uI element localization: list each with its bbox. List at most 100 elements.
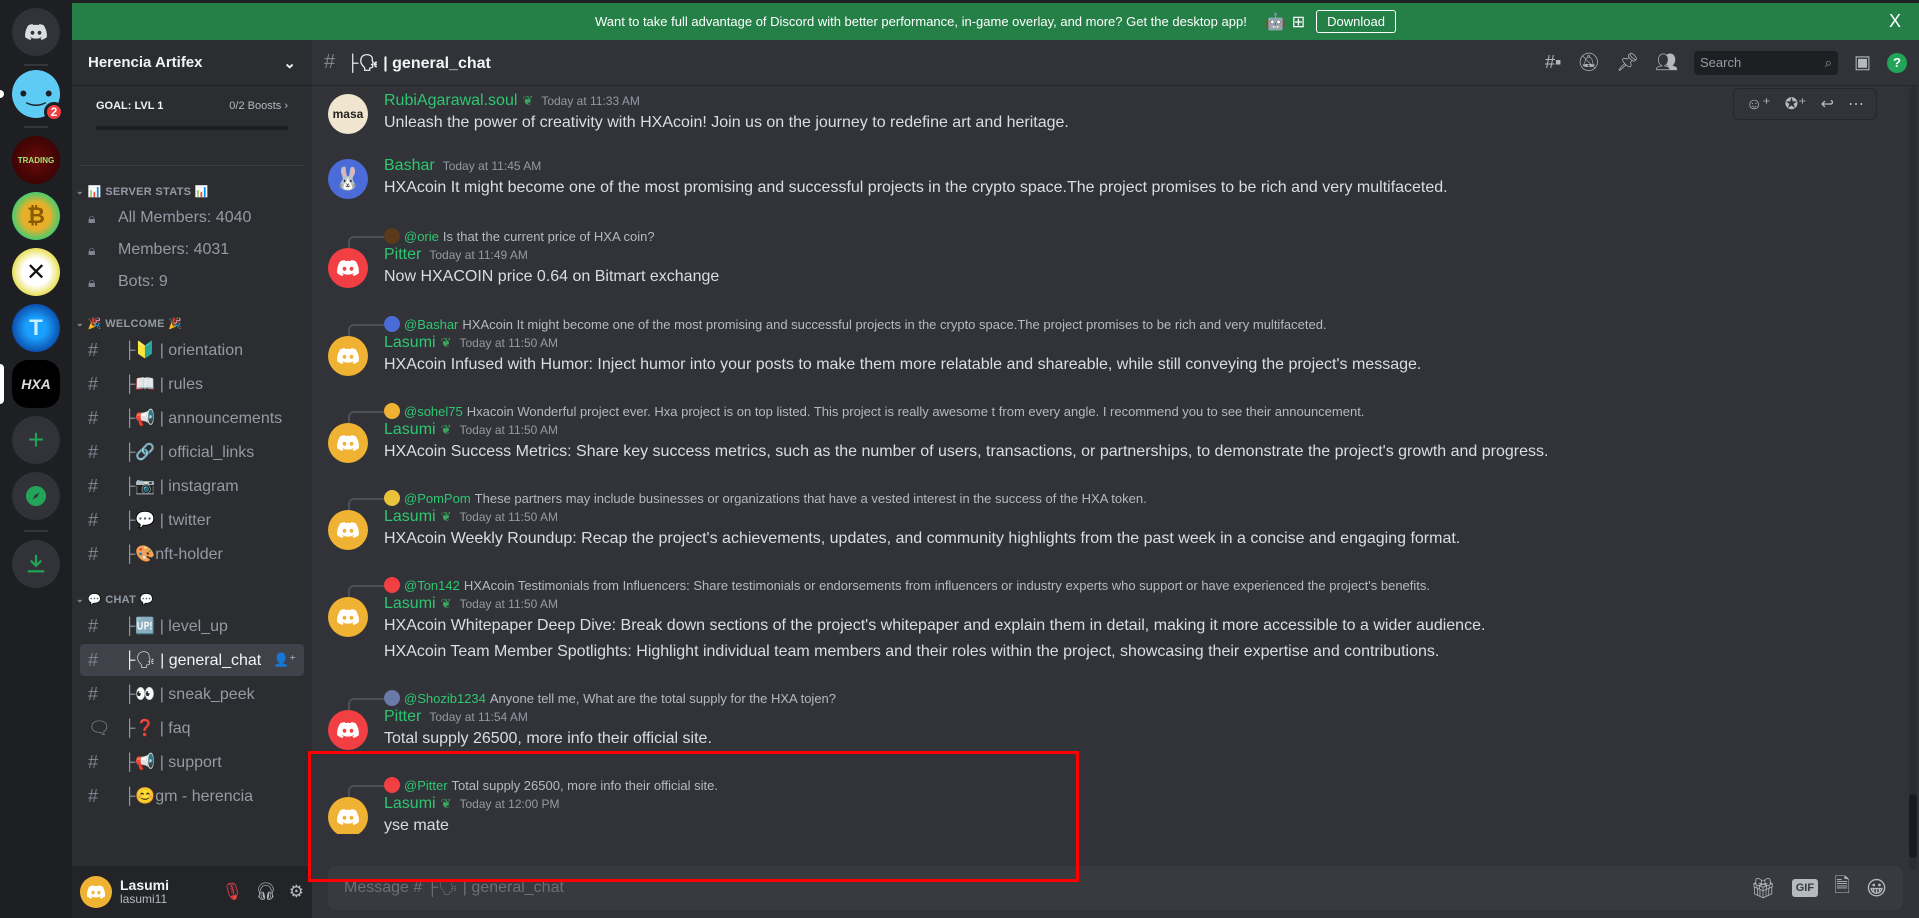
- sprout-badge-icon: ❦: [440, 422, 452, 437]
- inbox-icon[interactable]: ▣: [1854, 52, 1871, 73]
- timestamp: Today at 11:33 AM: [541, 94, 640, 108]
- headphones-icon[interactable]: 🎧︎: [255, 882, 277, 902]
- locked-hash-icon: #: [88, 475, 99, 496]
- author-name[interactable]: Lasumi: [384, 334, 436, 352]
- avatar[interactable]: [328, 336, 368, 376]
- avatar[interactable]: [328, 797, 368, 834]
- author-name[interactable]: Pitter: [384, 246, 421, 264]
- sticker-icon[interactable]: 🗎: [1834, 871, 1850, 905]
- reply-author: @PomPom: [404, 490, 471, 506]
- locked-hash-icon: #: [88, 615, 99, 636]
- author-name[interactable]: Bashar: [384, 157, 435, 175]
- server-bitcoin[interactable]: ₿: [12, 192, 60, 240]
- server-trading[interactable]: TRADING: [12, 136, 60, 184]
- avatar[interactable]: masa: [328, 94, 368, 134]
- reply-preview[interactable]: @Bashar HXAcoin It might become one of th…: [384, 316, 1327, 332]
- server-hxa[interactable]: HXA: [12, 360, 60, 408]
- reply-preview[interactable]: @orie Is that the current price of HXA co…: [384, 228, 655, 244]
- reply-author: @Pitter: [404, 777, 448, 793]
- message: @sohel75 Hxacoin Wonderful project ever. …: [312, 403, 1902, 463]
- author-name[interactable]: Lasumi: [384, 795, 436, 813]
- help-icon[interactable]: ?: [1887, 52, 1907, 73]
- avatar[interactable]: 🐰: [328, 159, 368, 199]
- category-welcome[interactable]: ⌄ 🎉 WELCOME 🎉: [72, 314, 312, 332]
- channel-official-links[interactable]: # ├🔗 | official_links: [80, 436, 304, 468]
- channel-rules[interactable]: # ├📖 | rules: [80, 368, 304, 400]
- pin-icon[interactable]: 📌︎: [1616, 52, 1639, 73]
- desktop-app-banner: Want to take full advantage of Discord w…: [72, 3, 1919, 40]
- stat-bots[interactable]: 🔒︎ Bots: 9: [80, 266, 304, 298]
- download-button[interactable]: Download: [1316, 10, 1396, 33]
- author-name[interactable]: Pitter: [384, 708, 421, 726]
- reply-avatar: [384, 316, 400, 332]
- search-input[interactable]: Search ⌕: [1693, 50, 1838, 75]
- channel-gm-herencia[interactable]: # ├😊gm - herencia: [80, 780, 304, 812]
- author-name[interactable]: Lasumi: [384, 421, 436, 439]
- channel-announcements[interactable]: # ├📢 | announcements: [80, 402, 304, 434]
- channel-general-chat[interactable]: # ├🗣 | general_chat 👤⁺: [80, 644, 304, 676]
- author-name[interactable]: RubiAgarawal.soul: [384, 92, 517, 110]
- home-button[interactable]: [12, 8, 60, 56]
- explore-button[interactable]: [12, 472, 60, 520]
- channel-orientation[interactable]: # ├🔰 | orientation: [80, 334, 304, 366]
- avatar[interactable]: [328, 510, 368, 550]
- locked-hash-icon: #: [88, 543, 99, 564]
- reply-preview[interactable]: @Ton142 HXAcoin Testimonials from Influen…: [384, 577, 1430, 593]
- avatar[interactable]: [328, 597, 368, 637]
- mic-muted-icon[interactable]: 🎙︎: [222, 882, 244, 902]
- mute-bell-icon[interactable]: 🔕︎: [1577, 52, 1600, 73]
- channel-sneak-peek[interactable]: # ├👀 | sneak_peek: [80, 678, 304, 710]
- author-name[interactable]: Lasumi: [384, 595, 436, 613]
- scrollbar-thumb[interactable]: [1909, 794, 1917, 858]
- unread-indicator: [0, 90, 4, 98]
- message-scrollbar[interactable]: [1909, 86, 1917, 870]
- reply-preview[interactable]: @Shozib1234 Anyone tell me, What are the …: [384, 690, 836, 706]
- avatar[interactable]: [328, 423, 368, 463]
- download-apps-button[interactable]: [12, 540, 60, 588]
- avatar[interactable]: [328, 710, 368, 750]
- author-name[interactable]: Lasumi: [384, 508, 436, 526]
- channel-level-up[interactable]: # ├🆙 | level_up: [80, 610, 304, 642]
- server-t[interactable]: T: [12, 304, 60, 352]
- category-server-stats[interactable]: ⌄ 📊 SERVER STATS 📊: [72, 182, 312, 200]
- emoji-icon[interactable]: 😀︎: [1866, 876, 1887, 901]
- boost-goal[interactable]: GOAL: LVL 1 0/2 Boosts ›: [80, 86, 304, 166]
- invite-user-icon[interactable]: 👤⁺: [273, 652, 296, 668]
- threads-icon[interactable]: #▪: [1545, 52, 1561, 73]
- message: 🐰 Bashar Today at 11:45 AM HXAcoin It mig…: [312, 157, 1902, 199]
- channel-nft-holder[interactable]: # ├🎨nft-holder: [80, 538, 304, 570]
- channel-instagram[interactable]: # ├📷 | instagram: [80, 470, 304, 502]
- reply-text: Hxacoin Wonderful project ever. Hxa proj…: [466, 403, 1365, 419]
- channel-support[interactable]: # ├📢 | support: [80, 746, 304, 778]
- member-list-icon[interactable]: 👥︎: [1655, 52, 1678, 73]
- user-info[interactable]: Lasumi lasumi11: [120, 877, 169, 907]
- t-server-icon: T: [12, 304, 60, 352]
- stat-all-members[interactable]: 🔒︎ All Members: 4040: [80, 202, 304, 234]
- channel-twitter[interactable]: # ├💬 | twitter: [80, 504, 304, 536]
- chevron-down-icon: ⌄: [283, 54, 296, 72]
- gift-icon[interactable]: 🎁︎: [1750, 876, 1775, 901]
- message-input[interactable]: [344, 879, 1751, 897]
- user-avatar[interactable]: [80, 876, 112, 908]
- lock-icon: 🔒︎: [88, 209, 96, 226]
- close-banner-button[interactable]: X: [1889, 11, 1901, 32]
- category-chat[interactable]: ⌄ 💬 CHAT 💬: [72, 590, 312, 608]
- server-x[interactable]: ✕: [12, 248, 60, 296]
- stat-members[interactable]: 🔒︎ Members: 4031: [80, 234, 304, 266]
- server-header[interactable]: Herencia Artifex ⌄: [72, 40, 312, 86]
- avatar[interactable]: [328, 248, 368, 288]
- reply-preview[interactable]: @Pitter Total supply 26500, more info the…: [384, 777, 718, 793]
- channel-faq[interactable]: 🗨︎ ├❓ | faq: [80, 712, 304, 744]
- category-label: 💬 CHAT 💬: [87, 593, 154, 606]
- compass-icon: [12, 472, 60, 520]
- reply-avatar: [384, 403, 400, 419]
- add-server-button[interactable]: +: [12, 416, 60, 464]
- reply-preview[interactable]: @PomPom These partners may include busine…: [384, 490, 1147, 506]
- stat-label: All Members: 4040: [118, 209, 252, 226]
- server-smiley[interactable]: •‿• 2: [12, 70, 64, 122]
- gif-button[interactable]: GIF: [1791, 879, 1819, 897]
- settings-gear-icon[interactable]: ⚙: [289, 882, 304, 902]
- timestamp: Today at 11:50 AM: [459, 597, 558, 611]
- reply-spine: [348, 236, 384, 248]
- reply-preview[interactable]: @sohel75 Hxacoin Wonderful project ever. …: [384, 403, 1364, 419]
